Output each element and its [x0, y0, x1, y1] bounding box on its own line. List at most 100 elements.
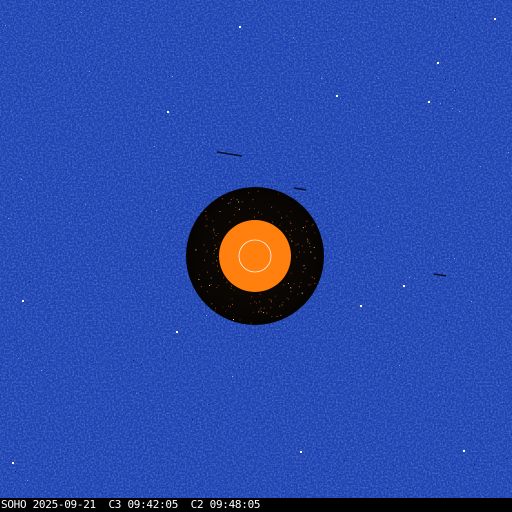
occulter-speckle	[277, 193, 279, 195]
occulter-speckle	[281, 217, 282, 219]
star	[202, 142, 203, 143]
occulter-speckle	[271, 316, 273, 318]
star	[167, 111, 169, 113]
occulter-speckle	[235, 207, 237, 208]
occulter-speckle	[302, 271, 304, 273]
star	[300, 451, 302, 453]
occulter-speckle	[221, 198, 223, 200]
star	[438, 395, 439, 396]
occulter-speckle	[291, 240, 293, 242]
star	[378, 226, 379, 227]
occulter-speckle	[213, 237, 214, 239]
occulter-speckle	[205, 215, 207, 217]
occulter-speckle	[205, 225, 207, 227]
occulter-speckle	[285, 230, 287, 232]
occulter-speckle	[215, 247, 217, 249]
occulter-speckle	[291, 230, 292, 232]
occulter-speckle	[217, 265, 218, 267]
occulter-speckle	[216, 261, 218, 262]
star	[101, 1, 102, 2]
occulter-speckle	[307, 241, 309, 243]
occulter-speckle	[259, 293, 261, 295]
star	[454, 258, 455, 259]
occulter-speckle	[283, 284, 285, 286]
occulter-speckle	[305, 225, 306, 227]
occulter-speckle	[210, 277, 212, 279]
star	[49, 70, 50, 71]
occulter-speckle	[256, 302, 257, 304]
occulter-speckle	[218, 242, 220, 244]
star	[22, 300, 24, 302]
star	[428, 101, 430, 103]
occulter-speckle	[289, 221, 291, 223]
star	[176, 331, 178, 333]
star	[186, 212, 187, 213]
occulter-speckle	[203, 244, 205, 246]
occulter-speckle	[211, 303, 213, 305]
occulter-speckle	[295, 244, 297, 246]
occulter-speckle	[210, 284, 212, 286]
occulter-speckle	[250, 303, 252, 305]
occulter-speckle	[205, 210, 207, 212]
occulter-speckle	[295, 228, 297, 230]
occulter-speckle	[217, 233, 219, 234]
occulter-speckle	[259, 301, 261, 303]
occulter-speckle	[293, 283, 295, 285]
occulter-speckle	[272, 221, 273, 223]
star	[29, 281, 30, 282]
star	[85, 204, 86, 205]
occulter-speckle	[290, 272, 292, 274]
occulter-speckle	[225, 310, 227, 312]
occulter-speckle	[230, 285, 232, 287]
occulter-speckle	[217, 256, 218, 257]
occulter-speckle	[236, 199, 238, 201]
star	[354, 11, 355, 12]
occulter-speckle	[195, 249, 197, 251]
star	[41, 370, 42, 371]
star	[239, 367, 240, 368]
occulter-speckle	[308, 242, 310, 244]
star	[76, 214, 77, 215]
occulter-speckle	[226, 281, 228, 283]
occulter-speckle	[237, 209, 239, 211]
occulter-speckle	[270, 301, 272, 303]
occulter-speckle	[287, 283, 289, 284]
star	[452, 108, 453, 109]
occulter-speckle	[290, 287, 292, 289]
occulter-speckle	[276, 315, 278, 317]
occulter-speckle	[289, 234, 291, 236]
occulter-speckle	[252, 311, 254, 313]
occulter-speckle	[268, 298, 270, 300]
occulter-speckle	[217, 270, 219, 272]
star	[269, 346, 270, 347]
occulter-speckle	[306, 220, 308, 222]
star	[471, 301, 472, 302]
occulter-speckle	[238, 201, 240, 203]
star	[360, 305, 362, 307]
occulter-speckle	[206, 225, 208, 227]
occulter-speckle	[310, 251, 312, 253]
timestamp-caption: SOHO 2025-09-21 C3 09:42:05 C2 09:48:05	[1, 498, 261, 511]
star	[319, 308, 320, 309]
occulter-speckle	[282, 301, 284, 303]
star	[290, 119, 291, 120]
occulter-speckle	[280, 314, 282, 316]
occulter-speckle	[233, 289, 235, 291]
star	[336, 95, 338, 97]
star	[154, 146, 155, 147]
occulter-speckle	[311, 276, 313, 278]
occulter-speckle	[232, 197, 234, 199]
occulter-speckle	[216, 287, 218, 288]
occulter-speckle	[304, 268, 306, 270]
occulter-speckle	[216, 259, 218, 261]
star	[466, 388, 467, 389]
occulter-speckle	[261, 213, 263, 215]
occulter-speckle	[314, 283, 316, 284]
star	[440, 103, 441, 104]
occulter-speckle	[288, 298, 289, 300]
occulter-speckle	[222, 306, 224, 308]
occulter-speckle	[258, 211, 260, 213]
star	[463, 450, 465, 452]
occulter-speckle	[279, 305, 281, 307]
occulter-speckle	[306, 231, 307, 233]
